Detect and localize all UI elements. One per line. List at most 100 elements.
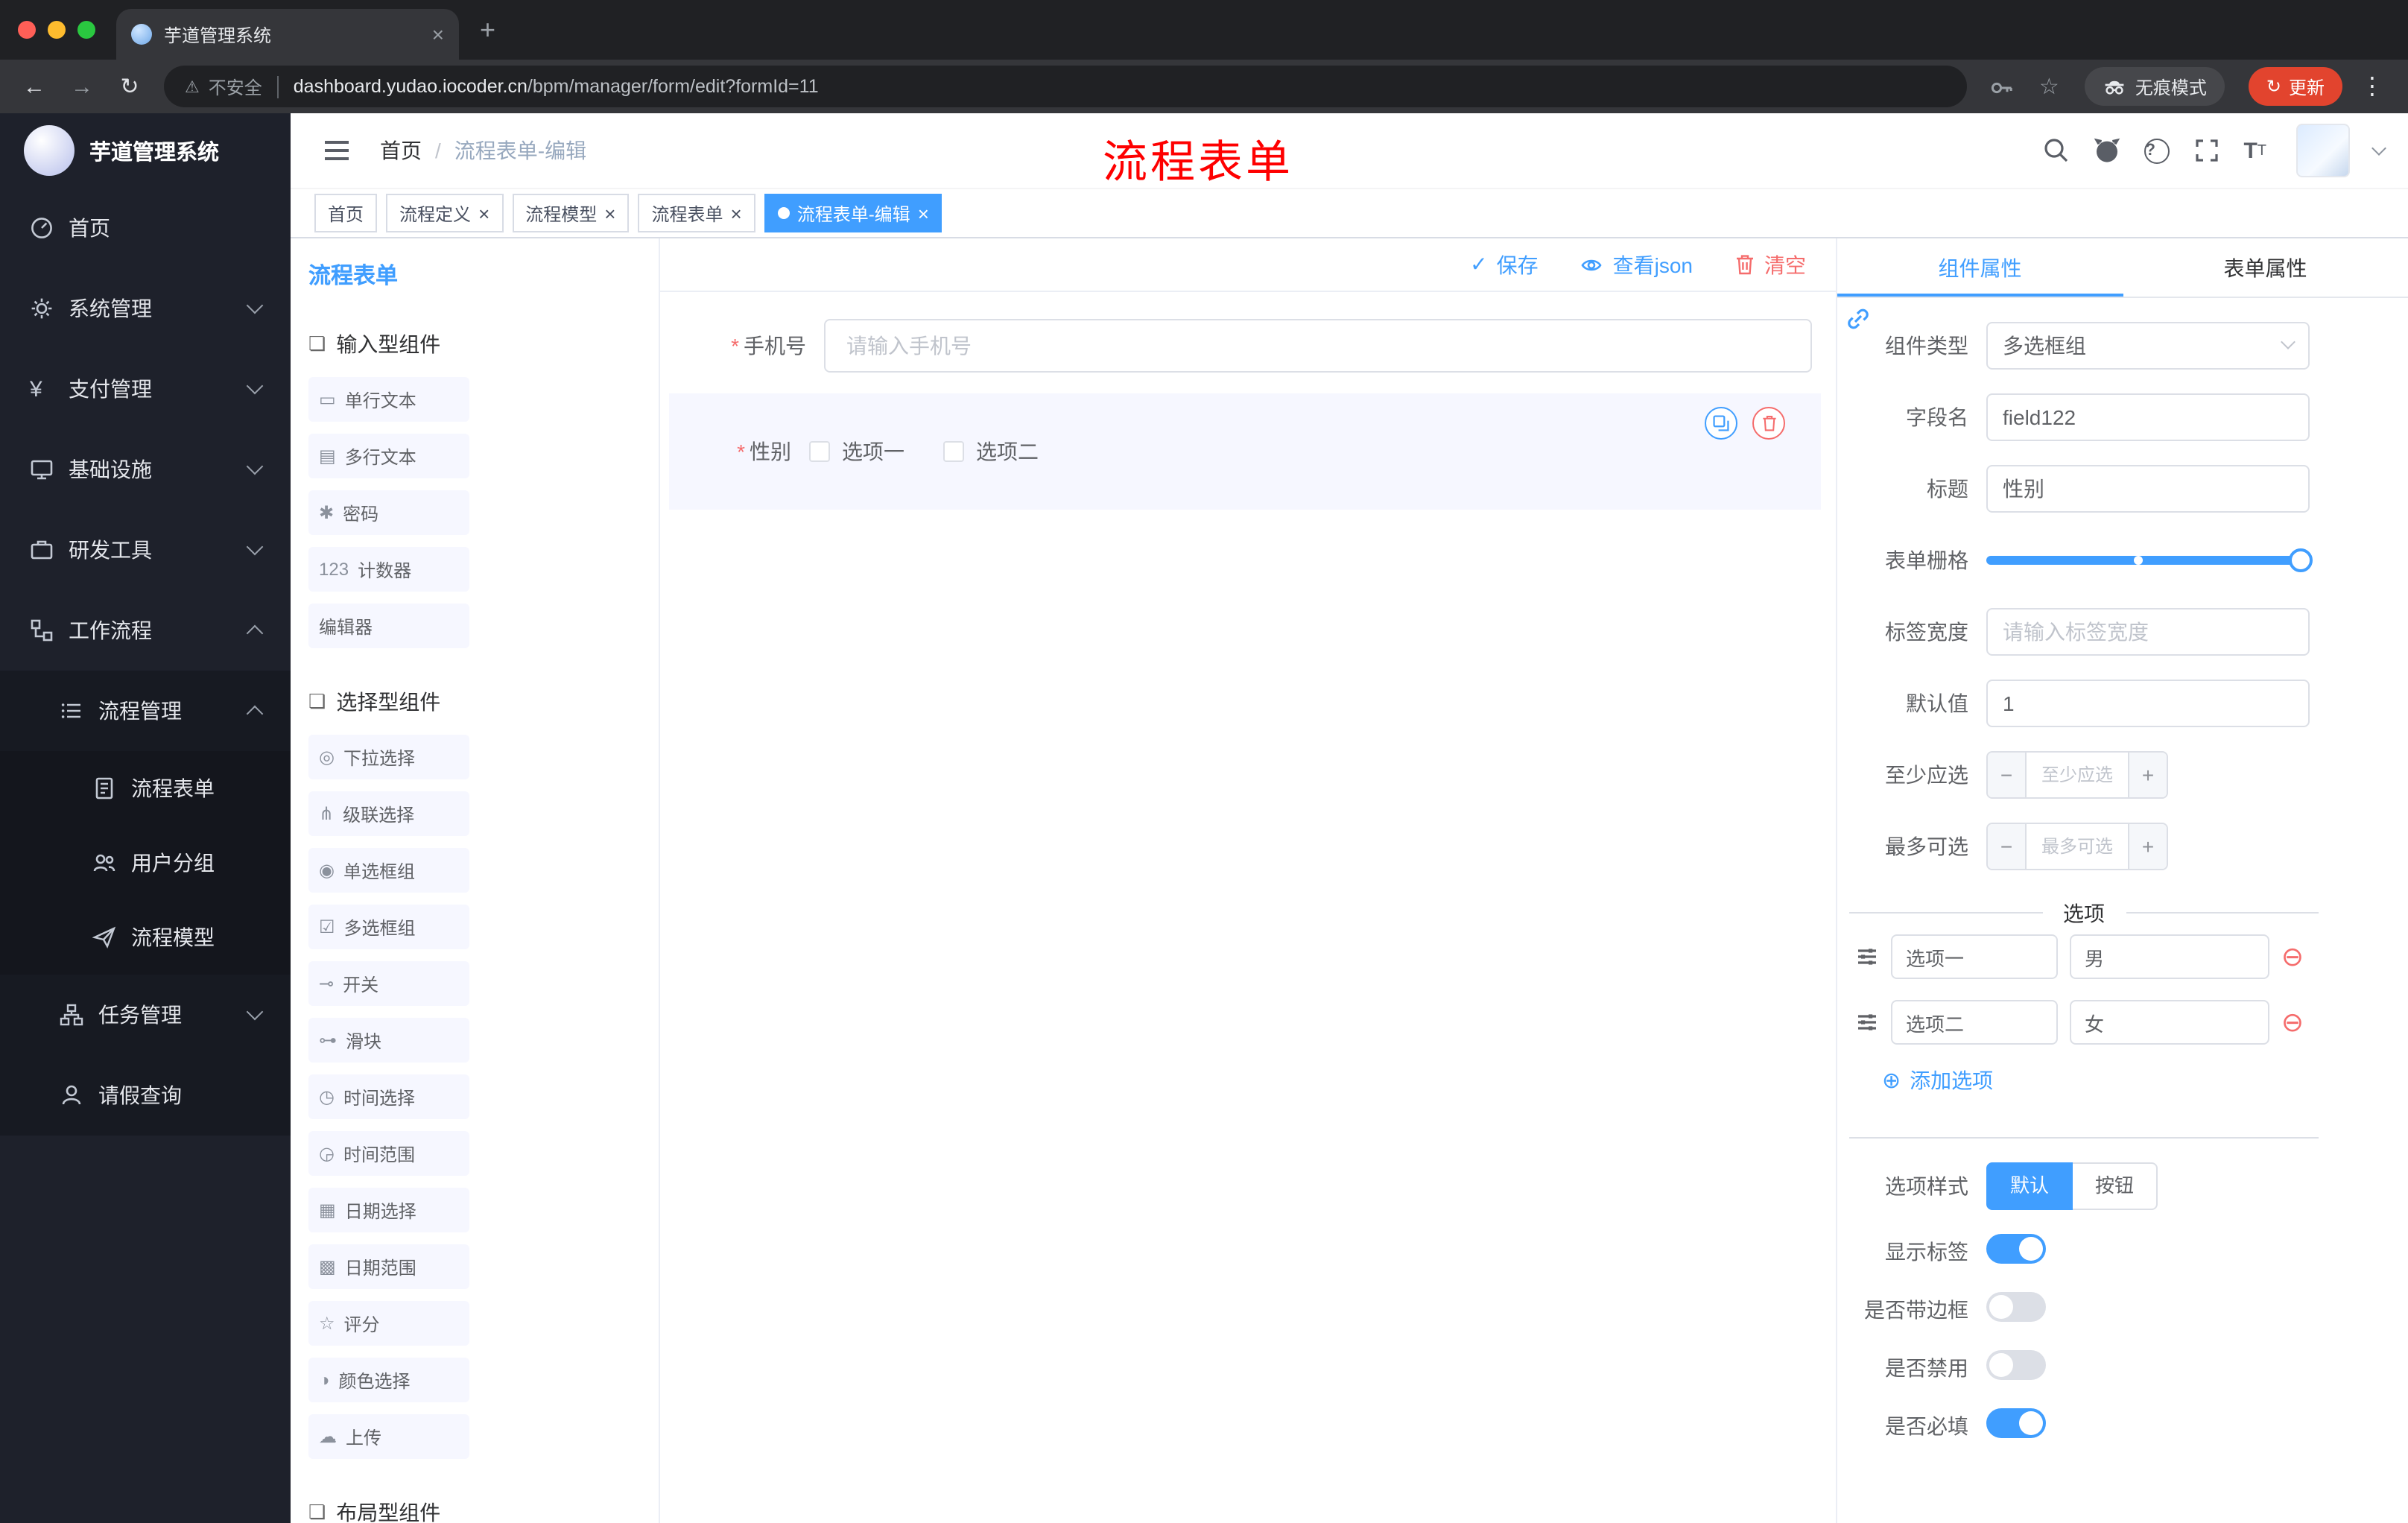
decrease-button[interactable]: − — [1988, 824, 2027, 869]
tag-process-definition[interactable]: 流程定义 × — [386, 194, 504, 232]
delete-field-button[interactable] — [1752, 407, 1785, 440]
grid-slider[interactable] — [1986, 536, 2313, 584]
sidebar-item-user-groups[interactable]: 用户分组 — [0, 826, 291, 900]
sidebar-item-leave-query[interactable]: 请假查询 — [0, 1055, 291, 1136]
palette-item[interactable]: ◉ 单选框组 — [308, 848, 469, 893]
palette-item[interactable]: ☆ 评分 — [308, 1301, 469, 1346]
browser-menu-icon[interactable]: ⋮ — [2360, 72, 2384, 101]
tag-home[interactable]: 首页 — [314, 194, 378, 232]
close-window-button[interactable] — [18, 21, 36, 39]
toggle-switch[interactable] — [1986, 1292, 2046, 1322]
zoom-window-button[interactable] — [77, 21, 95, 39]
component-type-select[interactable] — [1986, 322, 2310, 370]
remove-option-icon[interactable]: ⊖ — [2281, 943, 2304, 970]
style-default-button[interactable]: 默认 — [1986, 1162, 2073, 1210]
decrease-button[interactable]: − — [1988, 753, 2027, 797]
tag-process-form-edit[interactable]: 流程表单-编辑 × — [764, 194, 942, 232]
tab-form-props[interactable]: 表单属性 — [2123, 238, 2408, 297]
star-icon[interactable]: ☆ — [2039, 73, 2059, 100]
palette-item[interactable]: ▦ 日期选择 — [308, 1188, 469, 1232]
palette-item[interactable]: ✱ 密码 — [308, 490, 469, 535]
forward-icon[interactable]: → — [63, 74, 101, 99]
increase-button[interactable]: + — [2128, 824, 2167, 869]
sidebar-item-payment[interactable]: ¥ 支付管理 — [0, 349, 291, 429]
app-logo-row[interactable]: 芋道管理系统 — [0, 113, 291, 188]
option-name-input[interactable] — [1891, 1000, 2058, 1045]
palette-item[interactable]: ☑ 多选框组 — [308, 905, 469, 949]
browser-tab[interactable]: 芋道管理系统 × — [116, 9, 459, 60]
copy-field-button[interactable] — [1705, 407, 1737, 440]
slider-track[interactable] — [1986, 548, 2313, 572]
default-value-input[interactable] — [1986, 680, 2310, 727]
sidebar-item-task-mgmt[interactable]: 任务管理 — [0, 975, 291, 1055]
reload-icon[interactable]: ↻ — [110, 73, 149, 100]
tag-close-icon[interactable]: × — [478, 203, 489, 223]
palette-item[interactable]: 编辑器 — [308, 604, 469, 648]
palette-item[interactable]: ⊸ 开关 — [308, 961, 469, 1006]
title-input[interactable] — [1986, 465, 2310, 513]
label-width-input[interactable] — [1986, 608, 2310, 656]
font-size-icon[interactable]: TT — [2243, 138, 2266, 163]
toggle-switch[interactable] — [1986, 1408, 2046, 1438]
sidebar-item-home[interactable]: 首页 — [0, 188, 291, 268]
update-browser-button[interactable]: ↻ 更新 — [2248, 67, 2342, 106]
gender-field-row-selected[interactable]: * 性别 选项一 选项二 — [669, 393, 1821, 510]
max-select-input[interactable] — [2027, 824, 2128, 869]
tag-close-icon[interactable]: × — [731, 203, 742, 223]
link-icon[interactable] — [1845, 305, 1872, 332]
hamburger-icon[interactable] — [323, 139, 350, 162]
palette-item[interactable]: ◑ 颜色选择 — [308, 1358, 469, 1402]
remove-option-icon[interactable]: ⊖ — [2281, 1009, 2304, 1036]
sidebar-item-workflow[interactable]: 工作流程 — [0, 590, 291, 671]
minimize-window-button[interactable] — [48, 21, 66, 39]
tag-process-form[interactable]: 流程表单 × — [638, 194, 755, 232]
view-json-button[interactable]: 查看json — [1580, 250, 1693, 279]
key-icon[interactable] — [1990, 74, 2015, 99]
phone-input[interactable] — [824, 319, 1812, 373]
save-button[interactable]: ✓ 保存 — [1470, 250, 1538, 279]
option-value-input[interactable] — [2070, 934, 2269, 979]
increase-button[interactable]: + — [2128, 753, 2167, 797]
sidebar-item-process-model[interactable]: 流程模型 — [0, 900, 291, 975]
caret-down-icon[interactable] — [2371, 141, 2386, 156]
slider-handle[interactable] — [2289, 548, 2313, 572]
palette-item[interactable]: ⊶ 滑块 — [308, 1018, 469, 1063]
min-select-input[interactable] — [2027, 753, 2128, 797]
clear-button[interactable]: 清空 — [1734, 250, 1806, 279]
palette-item[interactable]: ▩ 日期范围 — [308, 1244, 469, 1289]
palette-item[interactable]: ◶ 时间范围 — [308, 1131, 469, 1176]
tag-close-icon[interactable]: × — [918, 203, 929, 223]
toggle-switch[interactable] — [1986, 1350, 2046, 1380]
back-icon[interactable]: ← — [15, 74, 54, 99]
option-value-input[interactable] — [2070, 1000, 2269, 1045]
tab-component-props[interactable]: 组件属性 — [1837, 238, 2123, 297]
tab-close-icon[interactable]: × — [432, 24, 444, 45]
address-bar[interactable]: ⚠ 不安全 dashboard.yudao.iocoder.cn /bpm/ma… — [164, 66, 1968, 107]
sidebar-item-process-form[interactable]: 流程表单 — [0, 751, 291, 826]
search-icon[interactable] — [2042, 137, 2069, 164]
palette-item[interactable]: 123 计数器 — [308, 547, 469, 592]
new-tab-button[interactable]: + — [480, 14, 495, 45]
github-icon[interactable] — [2093, 137, 2120, 164]
sidebar-item-devtools[interactable]: 研发工具 — [0, 510, 291, 590]
avatar[interactable] — [2296, 124, 2350, 177]
drag-handle-icon[interactable] — [1855, 1010, 1879, 1034]
field-name-input[interactable] — [1986, 393, 2310, 441]
palette-item[interactable]: ▤ 多行文本 — [308, 434, 469, 478]
sidebar-item-system[interactable]: 系统管理 — [0, 268, 291, 349]
sidebar-item-process-mgmt[interactable]: 流程管理 — [0, 671, 291, 751]
breadcrumb-home[interactable]: 首页 — [380, 136, 422, 165]
palette-item[interactable]: ◎ 下拉选择 — [308, 735, 469, 779]
phone-field-row[interactable]: * 手机号 — [675, 319, 1812, 373]
toggle-switch[interactable] — [1986, 1234, 2046, 1264]
checkbox-option-2[interactable]: 选项二 — [943, 437, 1039, 466]
palette-item[interactable]: ☁ 上传 — [308, 1414, 469, 1459]
help-icon[interactable]: ? — [2144, 138, 2170, 163]
style-button-button[interactable]: 按钮 — [2073, 1162, 2158, 1210]
fullscreen-icon[interactable] — [2193, 137, 2220, 164]
palette-item[interactable]: ▭ 单行文本 — [308, 377, 469, 422]
sidebar-item-infra[interactable]: 基础设施 — [0, 429, 291, 510]
palette-item[interactable]: ◷ 时间选择 — [308, 1074, 469, 1119]
tag-close-icon[interactable]: × — [604, 203, 615, 223]
drag-handle-icon[interactable] — [1855, 945, 1879, 969]
